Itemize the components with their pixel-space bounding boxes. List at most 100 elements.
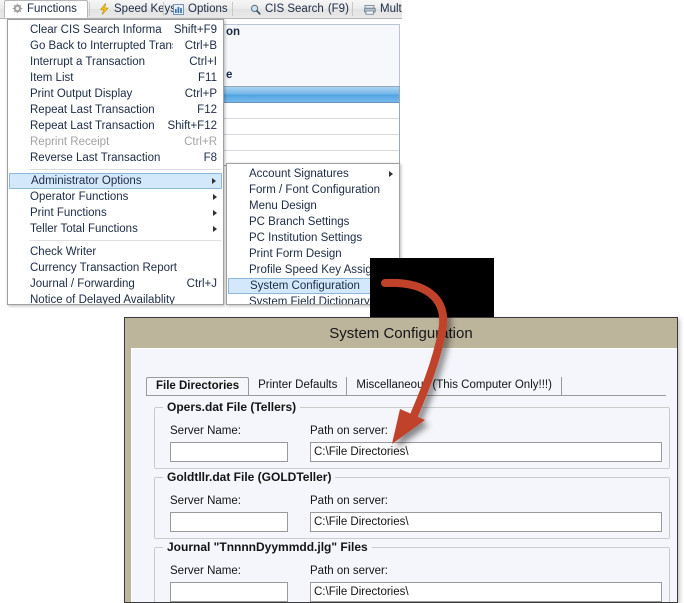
ribbon-tab-cis-search[interactable]: CIS Search (F9) — [244, 0, 355, 18]
functions-dropdown-menu[interactable]: Clear CIS Search Information Shift+F9 Go… — [7, 19, 224, 305]
menu-item-journal-forwarding[interactable]: Journal / Forwarding Ctrl+J — [8, 276, 223, 292]
magnifier-icon — [250, 4, 261, 15]
printer-stack-icon — [364, 4, 376, 15]
gear-icon — [11, 3, 23, 15]
dialog-content-area: File Directories Printer Defaults Miscel… — [131, 348, 677, 602]
submenu-item-pc-branch-settings[interactable]: PC Branch Settings — [227, 214, 399, 230]
submenu-item-pc-institution-settings[interactable]: PC Institution Settings — [227, 230, 399, 246]
menu-item-shortcut: Shift+F9 — [173, 24, 217, 36]
path-on-server-label: Path on server: — [310, 425, 388, 437]
menu-item-reverse-last-transaction[interactable]: Reverse Last Transaction F8 — [8, 150, 223, 166]
path-on-server-input-opers[interactable]: C:\File Directories\ — [310, 442, 662, 462]
submenu-item-menu-design[interactable]: Menu Design — [227, 198, 399, 214]
path-on-server-input-journal[interactable]: C:\File Directories\ — [310, 582, 662, 602]
menu-item-teller-total-functions[interactable]: Teller Total Functions — [8, 221, 223, 237]
menu-item-label: PC Branch Settings — [249, 216, 350, 228]
tab-label: Miscellaneous (This Computer Only!!!) — [356, 379, 552, 391]
tab-strip-underline — [146, 395, 666, 396]
menu-item-print-functions[interactable]: Print Functions — [8, 205, 223, 221]
ribbon-tab-accel: (F9) — [327, 3, 349, 15]
menu-item-label: Form / Font Configuration — [249, 184, 381, 196]
chevron-right-icon — [389, 171, 393, 177]
ribbon-tab-label: Functions — [27, 3, 77, 15]
server-name-input-journal[interactable] — [170, 582, 288, 602]
menu-item-check-writer[interactable]: Check Writer — [8, 244, 223, 260]
ribbon-menu-bar: Functions Speed Keys Options CIS Search … — [0, 0, 402, 19]
server-name-input-goldtllr[interactable] — [170, 512, 288, 532]
menu-item-label: Operator Functions — [30, 191, 129, 203]
menu-item-administrator-options[interactable]: Administrator Options — [9, 173, 222, 189]
tab-printer-defaults[interactable]: Printer Defaults — [249, 377, 348, 396]
chevron-right-icon — [212, 178, 216, 184]
menu-item-label: Journal / Forwarding — [30, 278, 135, 290]
menu-item-label: Reverse Last Transaction — [30, 152, 161, 164]
menu-item-label: Print Output Display — [30, 88, 133, 100]
chevron-right-icon — [213, 194, 217, 200]
menu-item-label: Teller Total Functions — [30, 223, 138, 235]
server-name-label: Server Name: — [170, 565, 241, 577]
menu-item-label: Administrator Options — [31, 175, 142, 187]
tab-label: Printer Defaults — [258, 379, 338, 391]
menu-item-item-list[interactable]: Item List F11 — [8, 70, 223, 86]
ribbon-tab-options[interactable]: Options — [167, 0, 234, 18]
ribbon-divider — [89, 2, 90, 16]
tab-miscellaneous[interactable]: Miscellaneous (This Computer Only!!!) — [347, 377, 562, 396]
menu-item-label: Repeat Last Transaction — [30, 104, 155, 116]
menu-item-label: Print Functions — [30, 207, 107, 219]
menu-item-label: Notice of Delayed Availablity — [30, 294, 175, 305]
ribbon-tab-multiple[interactable]: Multip — [358, 0, 402, 18]
menu-item-shortcut: Ctrl+J — [186, 278, 217, 290]
menu-separator — [30, 169, 221, 170]
menu-item-shortcut: F11 — [198, 72, 217, 84]
menu-item-shortcut: F8 — [203, 152, 217, 164]
menu-item-label: Reprint Receipt — [30, 136, 110, 148]
group-title: Goldtllr.dat File (GOLDTeller) — [163, 470, 336, 484]
menu-item-shortcut: Shift+F12 — [167, 120, 217, 132]
server-name-label: Server Name: — [170, 495, 241, 507]
path-on-server-label: Path on server: — [310, 565, 388, 577]
menu-item-interrupt-a-transaction[interactable]: Interrupt a Transaction Ctrl+I — [8, 54, 223, 70]
menu-item-label: Account Signatures — [249, 168, 349, 180]
panel-heading: on — [226, 26, 241, 38]
menu-item-shortcut: Ctrl+I — [189, 56, 217, 68]
menu-item-shortcut: Ctrl+B — [184, 40, 217, 52]
menu-item-label: Interrupt a Transaction — [30, 56, 146, 68]
ribbon-tab-label: Multip — [380, 3, 402, 15]
menu-item-notice-of-delayed-availablity[interactable]: Notice of Delayed Availablity — [8, 292, 223, 305]
menu-item-reprint-receipt: Reprint Receipt Ctrl+R — [8, 134, 223, 150]
submenu-item-account-signatures[interactable]: Account Signatures — [227, 166, 399, 182]
menu-item-label: Clear CIS Search Information — [30, 24, 162, 36]
submenu-item-form-font-configuration[interactable]: Form / Font Configuration — [227, 182, 399, 198]
menu-item-print-output-display[interactable]: Print Output Display Ctrl+P — [8, 86, 223, 102]
menu-item-currency-transaction-report[interactable]: Currency Transaction Report — [8, 260, 223, 276]
menu-item-label: Check Writer — [30, 246, 97, 258]
path-on-server-label: Path on server: — [310, 495, 388, 507]
ribbon-tab-functions[interactable]: Functions — [4, 0, 88, 18]
menu-item-repeat-last-transaction[interactable]: Repeat Last Transaction F12 — [8, 102, 223, 118]
menu-item-label: Go Back to Interrupted Transaction — [30, 40, 173, 52]
menu-item-label: Menu Design — [249, 200, 317, 212]
server-name-input-opers[interactable] — [170, 442, 288, 462]
group-title: Opers.dat File (Tellers) — [163, 400, 301, 414]
menu-item-shortcut: Ctrl+R — [184, 136, 217, 148]
menu-item-go-back-to-interrupted-transaction[interactable]: Go Back to Interrupted Transaction Ctrl+… — [8, 38, 223, 54]
lightning-icon — [99, 2, 110, 15]
dialog-title-bar: System Configuration — [125, 318, 677, 348]
menu-item-operator-functions[interactable]: Operator Functions — [8, 189, 223, 205]
ribbon-tab-label: Options — [188, 3, 228, 15]
tab-file-directories[interactable]: File Directories — [146, 377, 250, 396]
dialog-title-text: System Configuration — [329, 324, 473, 342]
bar-chart-icon — [173, 3, 184, 15]
menu-item-repeat-last-transaction-and-fields[interactable]: Repeat Last Transaction and Fields Shift… — [8, 118, 223, 134]
ribbon-divider — [352, 2, 353, 16]
menu-item-shortcut: Ctrl+P — [184, 88, 217, 100]
tab-strip: File Directories Printer Defaults Miscel… — [146, 377, 666, 396]
ribbon-divider — [232, 2, 233, 16]
menu-item-clear-cis-search-information[interactable]: Clear CIS Search Information Shift+F9 — [8, 22, 223, 38]
server-name-label: Server Name: — [170, 425, 241, 437]
panel-subtext: e — [226, 69, 233, 81]
path-on-server-input-goldtllr[interactable]: C:\File Directories\ — [310, 512, 662, 532]
menu-separator — [30, 240, 221, 241]
chevron-right-icon — [213, 210, 217, 216]
menu-item-shortcut: F12 — [197, 104, 217, 116]
